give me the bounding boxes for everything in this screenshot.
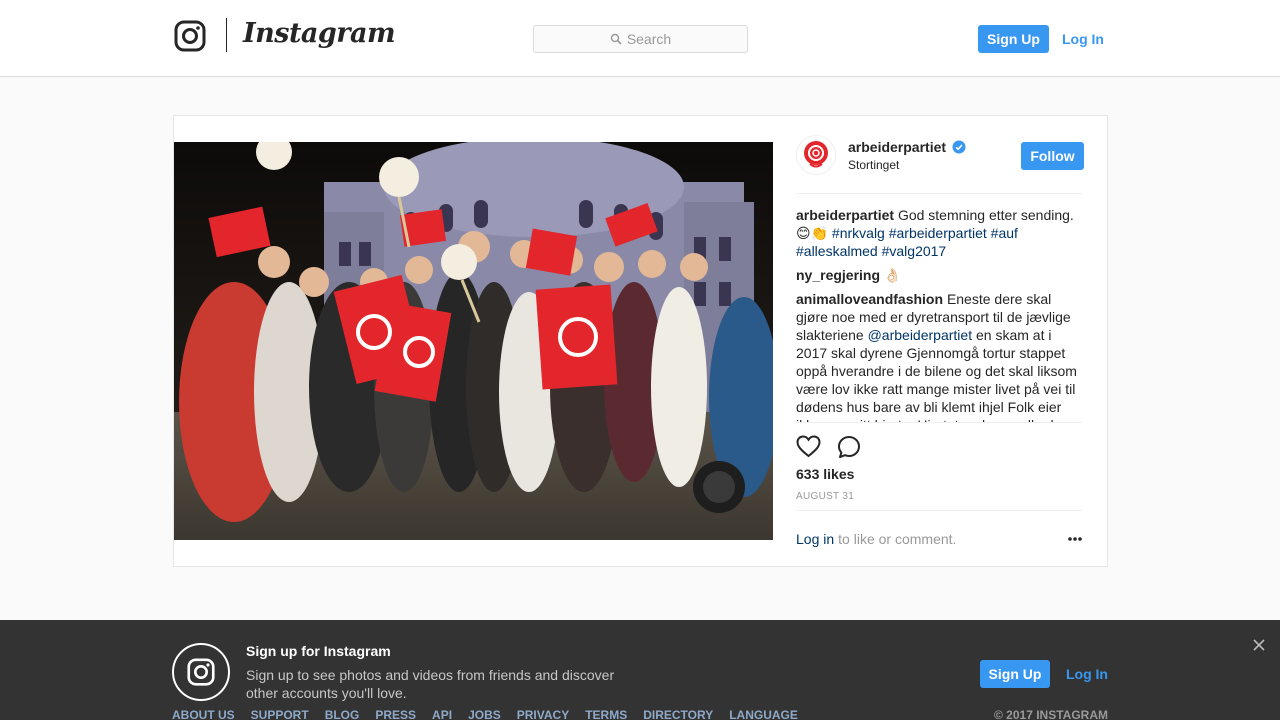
banner-signup-button[interactable]: Sign Up: [980, 660, 1050, 688]
search-input[interactable]: Search: [533, 25, 748, 53]
top-navigation: Instagram Search Sign Up Log In: [0, 0, 1280, 77]
banner-title: Sign up for Instagram: [246, 643, 391, 659]
signup-banner: Sign up for Instagram Sign up to see pho…: [0, 620, 1280, 720]
verified-badge-icon: [952, 140, 966, 154]
rose-logo-icon: [799, 138, 833, 172]
search-placeholder: Search: [626, 31, 672, 47]
instagram-glyph-icon: [187, 658, 215, 686]
login-prompt: Log in to like or comment.: [796, 510, 1083, 566]
footer-link-privacy[interactable]: PRIVACY: [517, 708, 569, 720]
banner-logo: [172, 643, 230, 701]
comment-username[interactable]: arbeiderpartiet: [796, 207, 894, 223]
footer-link-language[interactable]: LANGUAGE: [729, 708, 798, 720]
avatar[interactable]: [796, 135, 836, 175]
login-to-comment-link[interactable]: Log in: [796, 531, 834, 547]
instagram-glyph-icon[interactable]: [174, 20, 206, 52]
banner-login-link[interactable]: Log In: [1066, 660, 1108, 688]
footer-link-press[interactable]: PRESS: [375, 708, 416, 720]
post-photo[interactable]: [174, 142, 773, 540]
footer-link-blog[interactable]: BLOG: [325, 708, 360, 720]
login-link[interactable]: Log In: [1062, 25, 1104, 53]
comment-username[interactable]: ny_regjering: [796, 267, 880, 283]
login-prompt-text: to like or comment.: [838, 530, 957, 547]
footer-link-terms[interactable]: TERMS: [585, 708, 627, 720]
comments-list: arbeiderpartiet God stemning etter sendi…: [796, 206, 1083, 422]
footer-link-api[interactable]: API: [432, 708, 452, 720]
comment-bubble-icon[interactable]: [837, 435, 861, 459]
follow-button[interactable]: Follow: [1021, 142, 1084, 170]
instagram-wordmark[interactable]: Instagram: [243, 14, 396, 54]
comment-username[interactable]: animalloveandfashion: [796, 291, 943, 307]
heart-icon[interactable]: [796, 435, 821, 458]
signup-button[interactable]: Sign Up: [978, 25, 1049, 53]
comment-text: 👌🏻: [883, 267, 902, 283]
post-location[interactable]: Stortinget: [848, 158, 899, 172]
username-text[interactable]: arbeiderpartiet: [848, 139, 946, 155]
post-header: arbeiderpartiet Stortinget Follow: [796, 116, 1084, 194]
likes-count[interactable]: 633 likes: [796, 466, 854, 482]
post-date: AUGUST 31: [796, 491, 855, 502]
comment-mention[interactable]: @arbeiderpartiet: [868, 327, 973, 343]
footer-link-about[interactable]: ABOUT US: [172, 708, 235, 720]
footer-link-support[interactable]: SUPPORT: [251, 708, 309, 720]
search-icon: [610, 33, 622, 45]
comment-caption: arbeiderpartiet God stemning etter sendi…: [796, 206, 1083, 260]
footer-link-directory[interactable]: DIRECTORY: [643, 708, 713, 720]
post-card: arbeiderpartiet Stortinget Follow arbeid…: [173, 115, 1108, 567]
post-username[interactable]: arbeiderpartiet: [848, 139, 966, 155]
copyright-text: © 2017 INSTAGRAM: [994, 708, 1108, 720]
footer-links: ABOUT US SUPPORT BLOG PRESS API JOBS PRI…: [172, 708, 814, 720]
banner-text: Sign up to see photos and videos from fr…: [246, 667, 615, 701]
close-icon[interactable]: [1252, 638, 1266, 652]
comment-item: animalloveandfashion Eneste dere skal gj…: [796, 290, 1083, 422]
logo-divider: [226, 18, 227, 52]
more-options-icon[interactable]: [1067, 536, 1083, 542]
post-sidebar: arbeiderpartiet Stortinget Follow arbeid…: [796, 116, 1084, 566]
post-actions: [796, 422, 1083, 462]
footer-link-jobs[interactable]: JOBS: [468, 708, 501, 720]
comment-item: ny_regjering 👌🏻: [796, 266, 1083, 284]
